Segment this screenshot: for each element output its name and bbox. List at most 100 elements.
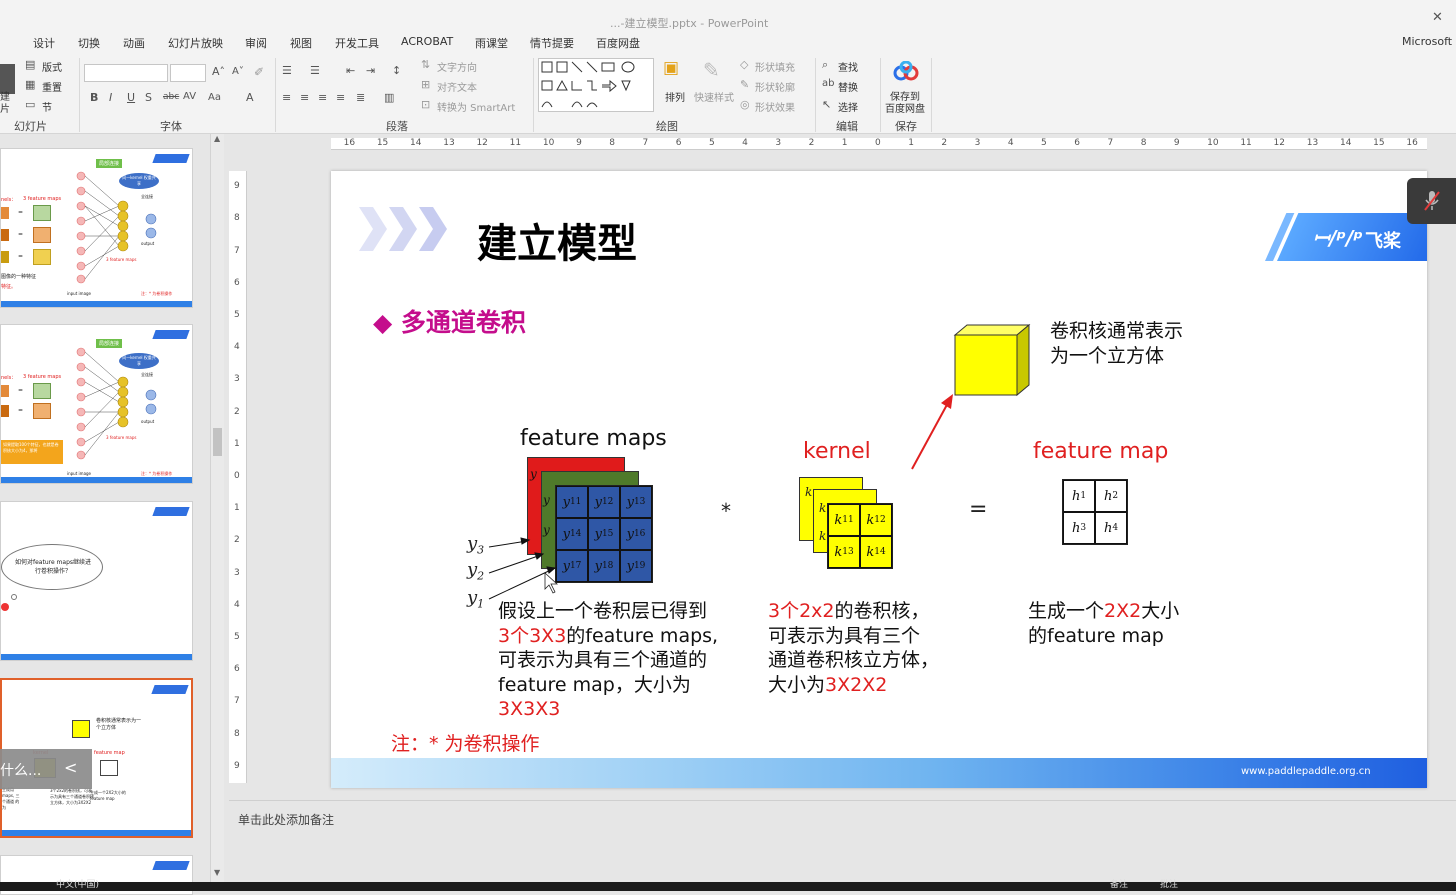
arrange-icon[interactable]: ▣ <box>663 58 679 78</box>
scroll-thumb[interactable] <box>213 428 222 456</box>
align-text-button[interactable]: 对齐文本 <box>437 79 477 94</box>
layout-button[interactable]: 版式 <box>42 59 62 74</box>
comments-toggle[interactable]: 批注 <box>1160 880 1178 890</box>
tab-developer[interactable]: 开发工具 <box>335 35 379 51</box>
scroll-down-icon[interactable]: ▼ <box>214 868 220 877</box>
columns-icon[interactable]: ▥ <box>384 91 394 104</box>
align-right-icon[interactable]: ≡ <box>318 91 327 104</box>
replace-button[interactable]: 替换 <box>838 79 858 94</box>
reset-icon[interactable]: ▦ <box>25 78 35 91</box>
thumb-map-block <box>33 205 51 221</box>
clear-format-icon[interactable]: ✐ <box>254 65 264 79</box>
underline-icon[interactable]: U <box>127 91 135 104</box>
thumbnail-scrollbar[interactable]: ▲ ▼ <box>210 134 224 882</box>
italic-icon[interactable]: I <box>109 91 112 104</box>
close-icon[interactable]: ✕ <box>1432 10 1443 25</box>
align-left-icon[interactable]: ≡ <box>282 91 291 104</box>
mute-mic-button[interactable] <box>1407 178 1456 224</box>
shadow-icon[interactable]: S <box>145 91 152 104</box>
tab-design[interactable]: 设计 <box>33 35 55 51</box>
ruler-tick: 5 <box>1041 138 1047 148</box>
shrink-font-icon[interactable]: A˅ <box>232 66 244 77</box>
save-to-netdisk-label-2[interactable]: 百度网盘 <box>885 100 925 115</box>
numbering-icon[interactable]: ☰ <box>310 64 320 77</box>
slide-thumbnail[interactable]: 局部连接 同一kernel 权重共享 全连接 output nels： 3 fe… <box>0 148 193 308</box>
slide-thumbnail-panel[interactable]: 局部连接 同一kernel 权重共享 全连接 output nels： 3 fe… <box>0 134 210 895</box>
tab-view[interactable]: 视图 <box>290 35 312 51</box>
shape-fill-icon[interactable]: ◇ <box>740 58 748 71</box>
tab-transitions[interactable]: 切换 <box>78 35 100 51</box>
quick-styles-icon[interactable]: ✎ <box>703 58 720 82</box>
thumb-map-block <box>33 249 51 265</box>
font-size-box[interactable] <box>170 64 206 82</box>
section-icon[interactable]: ▭ <box>25 98 35 111</box>
shapes-gallery[interactable] <box>538 58 654 112</box>
notes-toggle[interactable]: 备注 <box>1110 880 1128 890</box>
arrange-button[interactable]: 排列 <box>665 89 685 104</box>
slide-canvas[interactable]: 建立模型 ꟷ/ᵖ/ᵖ 飞桨 ◆ 多通道卷积 卷积核通常表示 为一个立方体 fea… <box>331 171 1427 788</box>
shape-fill-button[interactable]: 形状填充 <box>755 59 795 74</box>
account-name[interactable]: Microsoft <box>1402 35 1452 48</box>
char-spacing-icon[interactable]: AV <box>183 91 196 102</box>
decrease-indent-icon[interactable]: ⇤ <box>346 64 355 77</box>
tab-storyboard[interactable]: 情节提要 <box>530 35 574 51</box>
layout-icon[interactable]: ▤ <box>25 58 35 71</box>
quick-styles-button[interactable]: 快速样式 <box>694 89 734 104</box>
tab-animations[interactable]: 动画 <box>123 35 145 51</box>
change-case-icon[interactable]: Aa <box>208 92 221 103</box>
slide-thumbnail[interactable]: 如何对feature maps继续进行卷积操作？ <box>0 501 193 661</box>
tab-review[interactable]: 审阅 <box>245 35 267 51</box>
equals-sign: = <box>969 497 988 522</box>
text-direction-icon[interactable]: ⇅ <box>421 58 430 71</box>
baidu-netdisk-icon[interactable] <box>893 61 919 81</box>
language-indicator[interactable]: 中文(中国) <box>56 880 99 890</box>
font-color-icon[interactable]: A <box>246 91 254 104</box>
select-icon[interactable]: ↖ <box>822 98 831 111</box>
thumb-kernel-block <box>1 385 9 397</box>
find-icon[interactable]: ⌕ <box>822 58 828 72</box>
justify-icon[interactable]: ≡ <box>336 91 345 104</box>
shape-effects-button[interactable]: 形状效果 <box>755 99 795 114</box>
slide-thumbnail[interactable]: 局部连接 同一kernel 权重共享 全连接 output nels： 3 fe… <box>0 324 193 484</box>
overlay-chevron-icon[interactable]: < <box>64 758 77 777</box>
separator <box>931 58 932 132</box>
tab-slideshow[interactable]: 幻灯片放映 <box>168 35 223 51</box>
shape-outline-icon[interactable]: ✎ <box>740 78 749 91</box>
smartart-button[interactable]: 转换为 SmartArt <box>437 99 515 114</box>
shape-outline-button[interactable]: 形状轮廓 <box>755 79 795 94</box>
tab-rainclass[interactable]: 雨课堂 <box>475 35 508 51</box>
new-slide-label-2[interactable]: 片 <box>0 100 10 115</box>
select-button[interactable]: 选择 <box>838 99 858 114</box>
slide-subtitle[interactable]: ◆ 多通道卷积 <box>373 303 526 339</box>
strikethrough-icon[interactable]: abc <box>163 92 179 102</box>
floating-overlay[interactable]: 什么... < <box>0 749 92 789</box>
shape-effects-icon[interactable]: ◎ <box>740 98 750 111</box>
reset-button[interactable]: 重置 <box>42 79 62 94</box>
line-spacing-icon[interactable]: ↕ <box>392 64 401 77</box>
find-button[interactable]: 查找 <box>838 59 858 74</box>
section-button[interactable]: 节 <box>42 99 52 114</box>
notes-pane[interactable]: 单击此处添加备注 <box>229 800 1456 882</box>
text-direction-button[interactable]: 文字方向 <box>437 59 477 74</box>
tab-acrobat[interactable]: ACROBAT <box>401 35 453 48</box>
slide-title[interactable]: 建立模型 <box>477 211 637 269</box>
grow-font-icon[interactable]: A˄ <box>212 65 225 78</box>
scroll-up-icon[interactable]: ▲ <box>214 134 220 143</box>
ruler-tick: 0 <box>234 471 240 481</box>
font-name-box[interactable] <box>84 64 168 82</box>
ruler-tick: 11 <box>1240 138 1252 148</box>
increase-indent-icon[interactable]: ⇥ <box>366 64 375 77</box>
bullets-icon[interactable]: ☰ <box>282 64 292 77</box>
thumb-maps: 3 feature maps <box>23 196 62 202</box>
notes-placeholder[interactable]: 单击此处添加备注 <box>238 811 334 828</box>
align-center-icon[interactable]: ≡ <box>300 91 309 104</box>
bold-icon[interactable]: B <box>90 91 98 104</box>
distribute-icon[interactable]: ≣ <box>356 91 365 104</box>
smartart-icon[interactable]: ⊡ <box>421 98 430 111</box>
align-text-icon[interactable]: ⊞ <box>421 78 430 91</box>
ruler-tick: 3 <box>234 567 240 578</box>
tab-baidu-netdisk[interactable]: 百度网盘 <box>596 35 640 51</box>
thumb-equals: = <box>18 231 24 238</box>
replace-icon[interactable]: ab <box>822 78 834 89</box>
ruler-tick: 1 <box>234 503 240 514</box>
